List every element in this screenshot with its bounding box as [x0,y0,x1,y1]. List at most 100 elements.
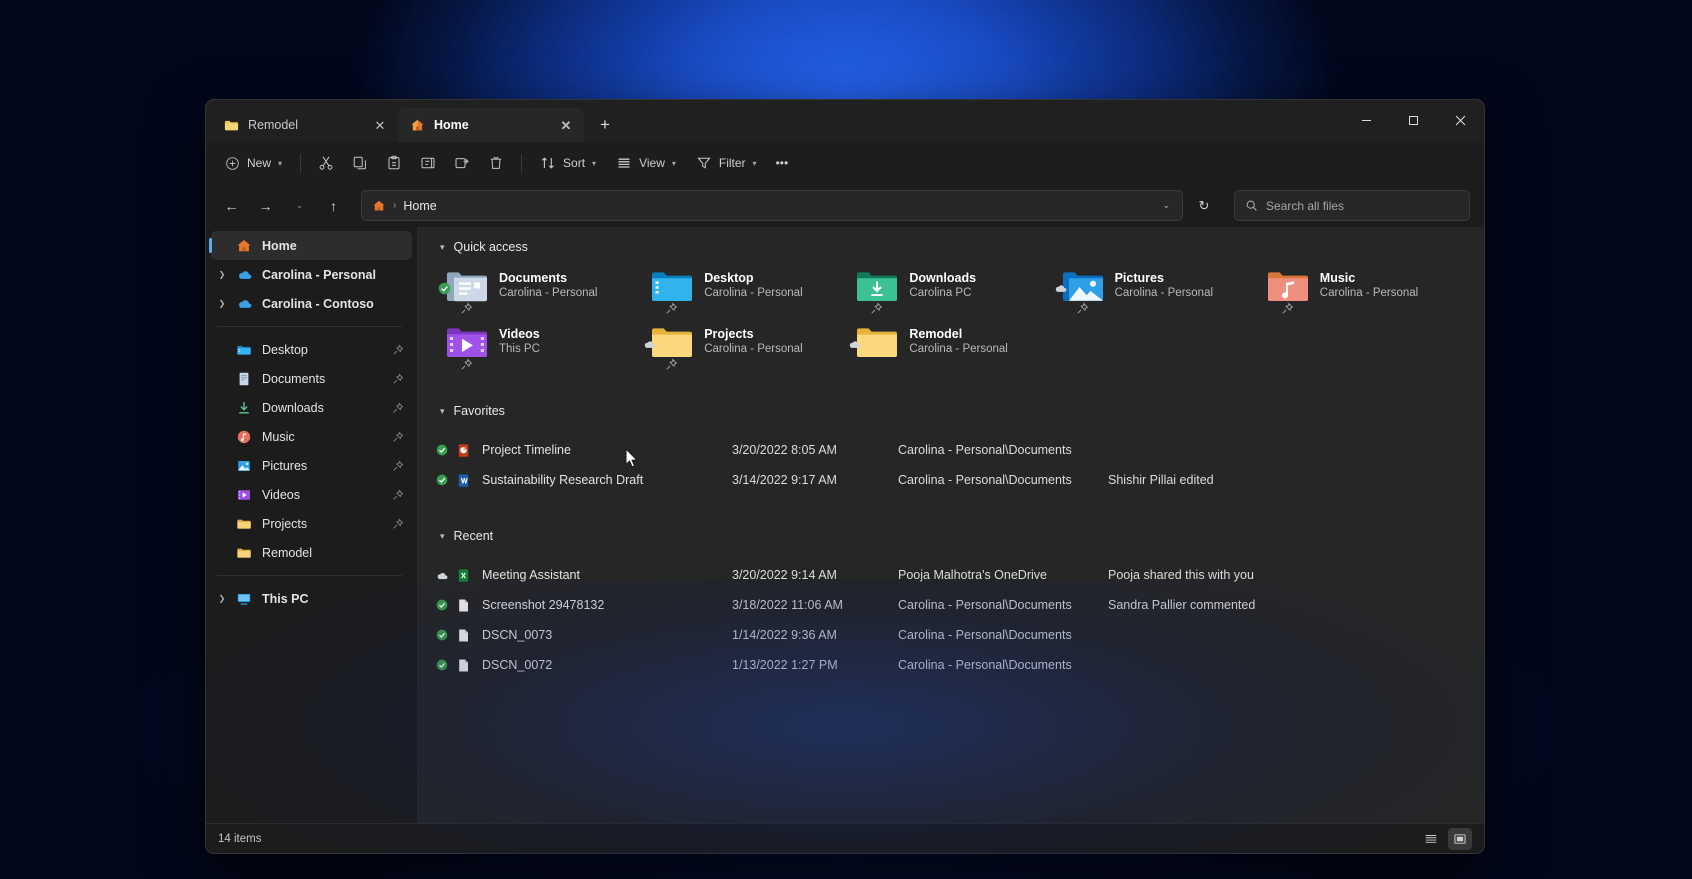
table-row[interactable]: Project Timeline 3/20/2022 8:05 AM Carol… [426,435,1484,465]
quick-access-item[interactable]: Documents Carolina - Personal [438,265,645,314]
image-file-icon [452,598,474,613]
quick-access-item[interactable]: Videos This PC [440,321,645,370]
delete-button[interactable] [480,148,512,179]
quick-access-item[interactable]: Music Carolina - Personal [1261,265,1466,314]
sidebar-item-projects[interactable]: Projects [211,509,412,538]
chevron-right-icon[interactable]: ❯ [211,270,233,279]
up-button[interactable]: ↑ [318,190,349,221]
details-view-icon[interactable] [1419,828,1443,850]
table-row[interactable]: DSCN_0073 1/14/2022 9:36 AM Carolina - P… [426,620,1484,650]
sidebar-item-videos[interactable]: Videos [211,480,412,509]
paste-icon [386,155,402,171]
back-button[interactable]: ← [216,190,247,221]
chevron-right-icon[interactable]: ❯ [211,594,233,603]
file-name: Project Timeline [482,443,571,457]
sync-status-icon [438,282,451,295]
home-icon [410,118,425,133]
table-row[interactable]: Sustainability Research Draft 3/14/2022 … [426,465,1484,495]
close-button[interactable] [1437,100,1484,141]
view-toggle-group [1419,827,1472,850]
new-button[interactable]: New ▾ [216,148,291,179]
close-icon[interactable]: ✕ [370,115,390,135]
sidebar-item-desktop[interactable]: Desktop [211,335,412,364]
pin-icon[interactable] [1076,302,1089,315]
pin-icon[interactable] [665,302,678,315]
refresh-button[interactable]: ↻ [1189,190,1219,221]
paste-button[interactable] [378,148,410,179]
sidebar-item-music[interactable]: Music [211,422,412,451]
item-text: Projects Carolina - Personal [704,325,802,355]
chevron-down-icon[interactable]: ▾ [440,406,445,417]
quick-access-item[interactable]: Pictures Carolina - Personal [1055,265,1261,314]
tab-home[interactable]: Home ✕ [398,108,584,142]
breadcrumb-current[interactable]: Home [403,199,436,213]
sidebar-item-downloads[interactable]: Downloads [211,393,412,422]
sidebar-item-pictures[interactable]: Pictures [211,451,412,480]
tiles-view-icon[interactable] [1448,827,1472,850]
maximize-button[interactable] [1390,100,1437,141]
quick-access-item[interactable]: Downloads Carolina PC [850,265,1055,314]
copy-icon [352,155,368,171]
powerpoint-icon [452,443,474,458]
tab-remodel[interactable]: Remodel ✕ [212,108,398,142]
pin-icon[interactable] [870,302,883,315]
chevron-down-icon[interactable]: ▾ [440,242,445,253]
pin-icon[interactable] [460,358,473,371]
group-header-favorites[interactable]: ▾ Favorites [426,397,1484,425]
filter-button[interactable]: Filter ▾ [687,148,766,179]
delete-icon [488,155,504,171]
view-button[interactable]: View ▾ [607,148,685,179]
sidebar-item-carolina-personal[interactable]: ❯ Carolina - Personal [211,260,412,289]
content-pane: ▾ Quick access Documents Carolina - Pers… [418,227,1484,823]
quick-access-item[interactable]: Remodel Carolina - Personal [850,321,1055,365]
forward-button[interactable]: → [250,190,281,221]
pin-icon[interactable] [392,517,404,530]
pin-icon[interactable] [665,358,678,371]
pin-icon[interactable] [1281,302,1294,315]
chevron-down-icon[interactable]: ⌄ [1156,200,1176,211]
chevron-right-icon[interactable]: ❯ [211,299,233,308]
table-row[interactable]: Meeting Assistant 3/20/2022 9:14 AM Pooj… [426,560,1484,590]
pin-icon[interactable] [392,430,404,443]
close-icon[interactable]: ✕ [556,115,576,135]
sort-button[interactable]: Sort ▾ [531,148,605,179]
pin-icon[interactable] [460,302,473,315]
file-activity: Pooja shared this with you [1108,568,1254,582]
minimize-button[interactable] [1343,100,1390,141]
cut-button[interactable] [310,148,342,179]
filter-button-label: Filter [718,156,746,170]
recent-locations-button[interactable]: ⌄ [284,190,315,221]
table-row[interactable]: DSCN_0072 1/13/2022 1:27 PM Carolina - P… [426,650,1484,680]
chevron-down-icon[interactable]: ▾ [440,531,445,542]
rename-button[interactable] [412,148,444,179]
search-box[interactable] [1234,190,1470,221]
icon-wrapper [850,325,898,361]
table-row[interactable]: Screenshot 29478132 3/18/2022 11:06 AM C… [426,590,1484,620]
quick-access-item[interactable]: Desktop Carolina - Personal [645,265,850,314]
item-location: Carolina - Personal [1114,287,1214,299]
item-location: Carolina - Personal [704,343,803,355]
group-header-quick-access[interactable]: ▾ Quick access [426,233,1484,261]
pin-icon[interactable] [392,401,404,414]
copy-button[interactable] [344,148,376,179]
breadcrumb[interactable]: › Home ⌄ [361,190,1183,221]
chevron-down-icon: ▾ [592,158,597,168]
sidebar-item-documents[interactable]: Documents [211,364,412,393]
search-input[interactable] [1266,198,1459,213]
sidebar-item-remodel[interactable]: Remodel [211,538,412,567]
group-header-recent[interactable]: ▾ Recent [426,522,1484,550]
pin-icon[interactable] [392,372,404,385]
sidebar-item-home[interactable]: Home [209,231,412,260]
share-button[interactable] [446,148,478,179]
pin-icon[interactable] [392,459,404,472]
sidebar-item-this-pc[interactable]: ❯ This PC [211,584,412,613]
pin-icon[interactable] [392,488,404,501]
pin-icon[interactable] [392,343,404,356]
quick-access-item[interactable]: Projects Carolina - Personal [645,321,850,370]
new-tab-button[interactable]: + [590,110,620,140]
view-icon [616,155,632,171]
file-date: 3/20/2022 9:14 AM [732,568,837,582]
view-button-label: View [639,156,665,170]
sidebar-item-carolina-contoso[interactable]: ❯ Carolina - Contoso [211,289,412,318]
more-options-button[interactable]: ••• [768,148,797,179]
